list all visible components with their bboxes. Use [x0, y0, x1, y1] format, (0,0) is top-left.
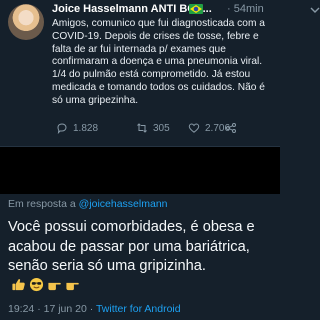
reply-to-label: Em resposta a	[8, 198, 76, 210]
sunglasses-face-icon	[29, 277, 44, 291]
reply-text: Você possui comorbidades, é obesa e acab…	[8, 219, 255, 274]
reply-tweet-text: Você possui comorbidades, é obesa e acab…	[8, 218, 274, 296]
redacted-user-header	[0, 147, 280, 194]
share-action[interactable]	[225, 121, 237, 135]
tweet-text: Amigos, comunico que fui diagnosticada c…	[52, 18, 265, 106]
reply-count: 1.828	[73, 122, 99, 134]
reply-context: Em resposta a @joicehasselmann	[8, 198, 168, 210]
tweet-time[interactable]: · 54min	[227, 3, 264, 15]
brazil-flag-icon	[189, 4, 203, 14]
like-action[interactable]: 2.706	[188, 121, 230, 135]
author-name[interactable]: Joice Hasselmann ANTI BOL...	[52, 3, 212, 15]
emoji-row	[11, 277, 80, 292]
thumbs-up-icon	[12, 278, 25, 290]
reply-action[interactable]: 1.828	[56, 121, 98, 135]
tweet-header: Joice Hasselmann ANTI BOL... · 54min	[52, 3, 320, 19]
reply-meta: 19:24 · 17 jun 20 · Twitter for Android	[8, 303, 181, 315]
author-avatar[interactable]	[8, 4, 44, 40]
original-tweet[interactable]: Joice Hasselmann ANTI BOL... · 54min Ami…	[0, 0, 320, 143]
reply-source[interactable]: Twitter for Android	[96, 303, 181, 315]
chevron-down-icon[interactable]	[309, 4, 320, 16]
reply-icon	[57, 123, 67, 134]
reply-to-handle[interactable]: @joicehasselmann	[79, 198, 168, 210]
retweet-count: 305	[153, 122, 170, 134]
pointing-right-icon	[66, 282, 79, 290]
retweet-icon	[137, 123, 147, 133]
reply-timestamp[interactable]: 19:24 · 17 jun 20 ·	[8, 303, 93, 315]
heart-icon	[188, 123, 200, 133]
retweet-action[interactable]: 305	[136, 121, 170, 135]
tweet-actions: 1.828 305 2.706	[52, 121, 276, 137]
share-icon	[226, 123, 236, 133]
pointing-right-icon	[48, 282, 61, 290]
